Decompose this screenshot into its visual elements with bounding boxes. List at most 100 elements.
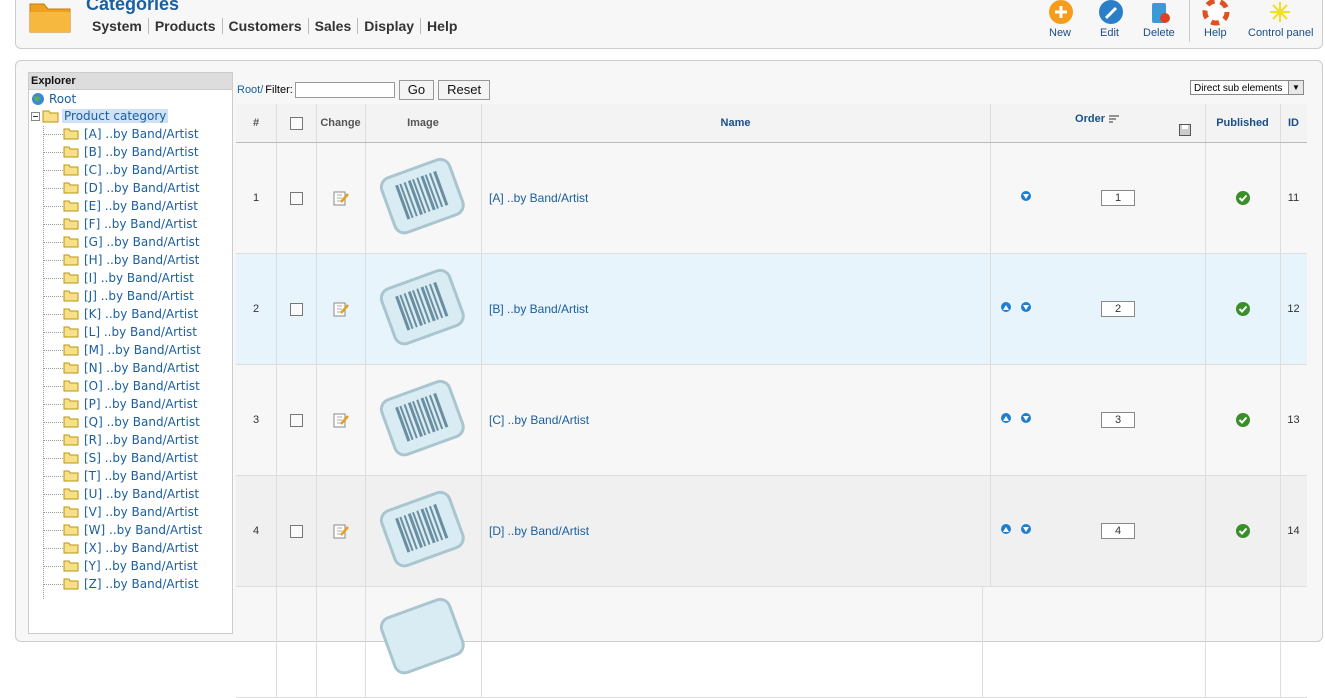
table-row[interactable]: 4 [D] ..by Band/Artist 4 14 [236,476,1307,587]
tree-item[interactable]: [C] ..by Band/Artist [43,161,199,179]
move-down-icon[interactable] [1021,524,1031,534]
reset-button[interactable]: Reset [438,80,491,100]
tree-item[interactable]: [Q] ..by Band/Artist [43,413,200,431]
tree-item[interactable]: [A] ..by Band/Artist [43,125,199,143]
row-select [276,143,317,253]
col-order[interactable]: Order [990,104,1206,142]
row-name[interactable]: [A] ..by Band/Artist [481,143,991,253]
tree-item[interactable]: [L] ..by Band/Artist [43,323,197,341]
tree-item[interactable]: [K] ..by Band/Artist [43,305,198,323]
order-input[interactable]: 2 [1101,301,1135,317]
row-image [365,587,482,697]
row-checkbox[interactable] [289,191,303,205]
menu-help[interactable]: Help [421,18,463,34]
move-down-icon[interactable] [1021,413,1031,423]
tree-item[interactable]: [P] ..by Band/Artist [43,395,198,413]
delete-button[interactable]: Delete [1143,0,1175,39]
table-row-partial[interactable] [236,587,1307,698]
help-button[interactable]: Help [1201,0,1231,39]
menu-customers[interactable]: Customers [223,18,309,34]
control-panel-button[interactable]: Control panel [1248,0,1313,39]
edit-button[interactable]: Edit [1096,0,1126,39]
row-published [1205,143,1281,253]
tree-item[interactable]: [G] ..by Band/Artist [43,233,200,251]
tree-item[interactable]: [V] ..by Band/Artist [43,503,199,521]
new-button[interactable]: New [1046,0,1076,39]
tree-item[interactable]: [B] ..by Band/Artist [43,143,199,161]
row-num: 4 [236,476,277,586]
row-name[interactable]: [D] ..by Band/Artist [481,476,991,586]
edit-note-icon[interactable] [333,412,349,428]
menu-sales[interactable]: Sales [309,18,359,34]
published-check-icon[interactable] [1235,191,1250,205]
tree-item-label: [U] ..by Band/Artist [84,487,200,501]
tree-item[interactable]: [U] ..by Band/Artist [43,485,199,503]
move-up-icon[interactable] [1001,413,1011,423]
col-image: Image [365,104,482,142]
table-row[interactable]: 1 [A] ..by Band/Artist 1 11 [236,143,1307,254]
move-up-icon[interactable] [1001,524,1011,534]
row-name[interactable]: [B] ..by Band/Artist [481,254,991,364]
order-input[interactable]: 1 [1101,190,1135,206]
row-checkbox[interactable] [289,413,303,427]
edit-note-icon[interactable] [333,190,349,206]
row-name[interactable]: [C] ..by Band/Artist [481,365,991,475]
tree-item[interactable]: [I] ..by Band/Artist [43,269,194,287]
barcode-image [379,597,465,675]
col-num: # [236,104,277,142]
row-select [276,365,317,475]
folder-icon [63,578,79,590]
menu-system[interactable]: System [86,18,149,34]
tree-product-category[interactable]: Product category [31,109,169,123]
tree-item-label: [Z] ..by Band/Artist [84,577,199,591]
published-check-icon[interactable] [1235,302,1250,316]
folder-icon [63,290,79,302]
view-select[interactable]: Direct sub elements ▼ [1190,80,1304,95]
tree-item[interactable]: [O] ..by Band/Artist [43,377,200,395]
published-check-icon[interactable] [1235,524,1250,538]
row-checkbox[interactable] [289,302,303,316]
filter-input[interactable] [294,82,395,98]
folder-icon [63,416,79,428]
col-id[interactable]: ID [1280,104,1307,142]
order-input[interactable]: 3 [1101,412,1135,428]
view-select-value: Direct sub elements [1194,83,1283,94]
edit-note-icon[interactable] [333,301,349,317]
collapse-icon[interactable] [31,111,40,121]
tree-item[interactable]: [H] ..by Band/Artist [43,251,199,269]
tree-item[interactable]: [D] ..by Band/Artist [43,179,200,197]
save-order-icon[interactable] [1179,124,1191,136]
move-down-icon[interactable] [1021,191,1031,201]
tree-item[interactable]: [R] ..by Band/Artist [43,431,199,449]
table-row[interactable]: 2 [B] ..by Band/Artist 2 12 [236,254,1307,365]
tree-item[interactable]: [M] ..by Band/Artist [43,341,201,359]
row-image [365,143,482,253]
col-published[interactable]: Published [1205,104,1281,142]
row-checkbox[interactable] [289,524,303,538]
tree-item[interactable]: [W] ..by Band/Artist [43,521,202,539]
move-up-icon[interactable] [1001,302,1011,312]
row-select [276,476,317,586]
menu-products[interactable]: Products [149,18,223,34]
tree-root[interactable]: Root [31,92,76,106]
tree-item[interactable]: [X] ..by Band/Artist [43,539,199,557]
tree-item[interactable]: [J] ..by Band/Artist [43,287,194,305]
row-order: 1 [990,143,1206,253]
select-all-checkbox[interactable] [289,116,303,130]
tree-item[interactable]: [S] ..by Band/Artist [43,449,198,467]
tree-item[interactable]: [F] ..by Band/Artist [43,215,197,233]
tree-item[interactable]: [Y] ..by Band/Artist [43,557,198,575]
order-input[interactable]: 4 [1101,523,1135,539]
go-button[interactable]: Go [398,80,435,100]
table-row[interactable]: 3 [C] ..by Band/Artist 3 13 [236,365,1307,476]
tree-item[interactable]: [N] ..by Band/Artist [43,359,199,377]
move-down-icon[interactable] [1021,302,1031,312]
tree-item[interactable]: [E] ..by Band/Artist [43,197,198,215]
edit-note-icon[interactable] [333,523,349,539]
menu-display[interactable]: Display [358,18,422,34]
tree-item[interactable]: [T] ..by Band/Artist [43,467,198,485]
published-check-icon[interactable] [1235,413,1250,427]
root-breadcrumb[interactable]: Root/ [237,84,263,96]
tree-item[interactable]: [Z] ..by Band/Artist [43,575,199,593]
col-name[interactable]: Name [481,104,991,142]
